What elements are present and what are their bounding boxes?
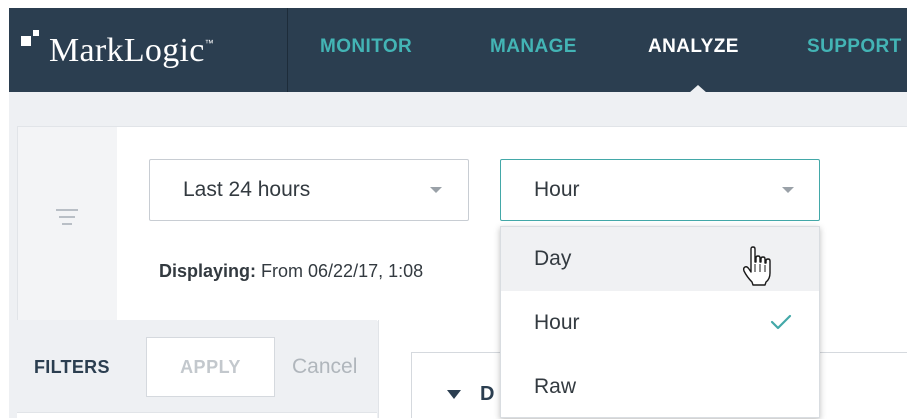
displaying-value: From 06/22/17, 1:08 <box>261 261 424 281</box>
nav-support[interactable]: SUPPORT <box>807 36 902 58</box>
nav-analyze[interactable]: ANALYZE <box>648 36 739 58</box>
window-top-edge <box>0 0 907 8</box>
menu-option-label: Raw <box>534 375 577 398</box>
top-navbar: MarkLogic™ MONITOR MANAGE ANALYZE SUPPOR… <box>9 8 907 93</box>
check-icon <box>770 314 792 330</box>
time-range-select[interactable]: Last 24 hours <box>149 159 469 221</box>
menu-option-label: Hour <box>534 311 580 334</box>
caret-down-icon <box>782 187 794 193</box>
marklogic-logo-icon <box>21 30 45 54</box>
granularity-select[interactable]: Hour <box>500 159 820 221</box>
menu-option-label: Day <box>534 247 572 270</box>
nav-monitor[interactable]: MONITOR <box>320 36 412 58</box>
filter-lines-icon[interactable] <box>56 209 80 231</box>
displaying-label: Displaying: <box>159 261 257 281</box>
section-title[interactable]: D <box>480 383 494 406</box>
brand-name: MarkLogic™ <box>49 32 214 69</box>
granularity-value: Hour <box>534 178 580 201</box>
triangle-down-icon[interactable] <box>447 390 461 399</box>
menu-option-raw[interactable]: Raw <box>501 355 819 419</box>
apply-button[interactable]: APPLY <box>146 337 275 397</box>
time-range-value: Last 24 hours <box>183 178 311 201</box>
nav-manage[interactable]: MANAGE <box>490 36 577 58</box>
filters-label: FILTERS <box>34 357 110 377</box>
hand-pointer-icon <box>742 246 771 286</box>
brand-logo[interactable]: MarkLogic™ <box>9 8 288 92</box>
cancel-button[interactable]: Cancel <box>292 355 357 379</box>
caret-down-icon <box>430 187 442 193</box>
displaying-range-text: Displaying: From 06/22/17, 1:08 <box>159 261 423 282</box>
